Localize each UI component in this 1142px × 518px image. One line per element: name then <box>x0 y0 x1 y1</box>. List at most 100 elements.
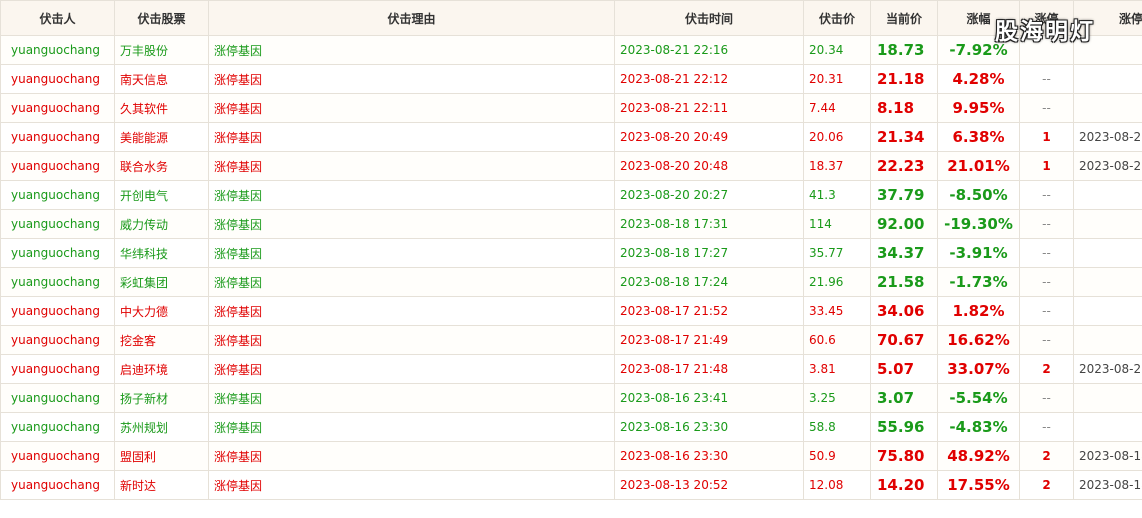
cell-limit-count: -- <box>1019 296 1074 326</box>
cell-limit-date: 2023-08-21 <box>1073 354 1142 384</box>
cell-stock[interactable]: 南天信息 <box>114 64 209 94</box>
cell-user[interactable]: yuanguochang <box>0 35 115 65</box>
cell-limit-count: 1 <box>1019 122 1074 152</box>
cell-change: 33.07% <box>937 354 1020 384</box>
cell-change: 17.55% <box>937 470 1020 500</box>
header-user[interactable]: 伏击人 <box>0 0 115 36</box>
header-time[interactable]: 伏击时间 <box>614 0 804 36</box>
header-current[interactable]: 当前价 <box>870 0 938 36</box>
table-row[interactable]: yuanguochang 彩虹集团 涨停基因 2023-08-18 17:24 21.9… <box>0 267 1142 297</box>
cell-time: 2023-08-13 20:52 <box>614 470 804 500</box>
cell-time: 2023-08-21 22:16 <box>614 35 804 65</box>
cell-user[interactable]: yuanguochang <box>0 180 115 210</box>
cell-change: -1.73% <box>937 267 1020 297</box>
table-row[interactable]: yuanguochang 启迪环境 涨停基因 2023-08-17 21:48 3.81… <box>0 354 1142 384</box>
cell-stock[interactable]: 威力传动 <box>114 209 209 239</box>
cell-stock[interactable]: 启迪环境 <box>114 354 209 384</box>
table-row[interactable]: yuanguochang 威力传动 涨停基因 2023-08-18 17:31 114 9… <box>0 209 1142 239</box>
cell-current: 75.80 <box>870 441 938 471</box>
cell-user[interactable]: yuanguochang <box>0 209 115 239</box>
cell-current: 22.23 <box>870 151 938 181</box>
cell-user[interactable]: yuanguochang <box>0 122 115 152</box>
cell-user[interactable]: yuanguochang <box>0 151 115 181</box>
cell-limit-count: -- <box>1019 325 1074 355</box>
cell-stock[interactable]: 彩虹集团 <box>114 267 209 297</box>
table-row[interactable]: yuanguochang 扬子新材 涨停基因 2023-08-16 23:41 3.25… <box>0 383 1142 413</box>
cell-time: 2023-08-17 21:48 <box>614 354 804 384</box>
cell-user[interactable]: yuanguochang <box>0 441 115 471</box>
table-row[interactable]: yuanguochang 南天信息 涨停基因 2023-08-21 22:12 20.3… <box>0 64 1142 94</box>
cell-current: 21.18 <box>870 64 938 94</box>
table-row[interactable]: yuanguochang 盟固利 涨停基因 2023-08-16 23:30 50.9 7… <box>0 441 1142 471</box>
cell-reason: 涨停基因 <box>208 412 615 442</box>
cell-stock[interactable]: 新时达 <box>114 470 209 500</box>
table-row[interactable]: yuanguochang 开创电气 涨停基因 2023-08-20 20:27 41.3… <box>0 180 1142 210</box>
cell-user[interactable]: yuanguochang <box>0 238 115 268</box>
cell-current: 3.07 <box>870 383 938 413</box>
cell-user[interactable]: yuanguochang <box>0 354 115 384</box>
cell-user[interactable]: yuanguochang <box>0 325 115 355</box>
header-reason[interactable]: 伏击理由 <box>208 0 615 36</box>
cell-stock[interactable]: 华纬科技 <box>114 238 209 268</box>
cell-price: 18.37 <box>803 151 871 181</box>
table-row[interactable]: yuanguochang 万丰股份 涨停基因 2023-08-21 22:16 20.3… <box>0 35 1142 65</box>
header-limit-date[interactable]: 涨停日 <box>1073 0 1142 36</box>
cell-reason: 涨停基因 <box>208 296 615 326</box>
cell-reason: 涨停基因 <box>208 35 615 65</box>
cell-stock[interactable]: 盟固利 <box>114 441 209 471</box>
table-row[interactable]: yuanguochang 挖金客 涨停基因 2023-08-17 21:49 60.6 7… <box>0 325 1142 355</box>
cell-stock[interactable]: 联合水务 <box>114 151 209 181</box>
cell-stock[interactable]: 美能能源 <box>114 122 209 152</box>
cell-limit-count: -- <box>1019 412 1074 442</box>
cell-change: -19.30% <box>937 209 1020 239</box>
cell-stock[interactable]: 中大力德 <box>114 296 209 326</box>
cell-user[interactable]: yuanguochang <box>0 93 115 123</box>
cell-time: 2023-08-20 20:49 <box>614 122 804 152</box>
header-change[interactable]: 涨幅 <box>937 0 1020 36</box>
table-row[interactable]: yuanguochang 华纬科技 涨停基因 2023-08-18 17:27 35.7… <box>0 238 1142 268</box>
header-stock[interactable]: 伏击股票 <box>114 0 209 36</box>
cell-limit-count: -- <box>1019 238 1074 268</box>
header-price[interactable]: 伏击价 <box>803 0 871 36</box>
cell-limit-date <box>1073 238 1142 268</box>
cell-limit-date: 2023-08-21 <box>1073 122 1142 152</box>
cell-current: 21.34 <box>870 122 938 152</box>
cell-stock[interactable]: 开创电气 <box>114 180 209 210</box>
cell-limit-date <box>1073 412 1142 442</box>
cell-user[interactable]: yuanguochang <box>0 267 115 297</box>
cell-stock[interactable]: 苏州规划 <box>114 412 209 442</box>
cell-user[interactable]: yuanguochang <box>0 383 115 413</box>
cell-stock[interactable]: 扬子新材 <box>114 383 209 413</box>
cell-price: 114 <box>803 209 871 239</box>
cell-current: 34.37 <box>870 238 938 268</box>
cell-reason: 涨停基因 <box>208 180 615 210</box>
cell-user[interactable]: yuanguochang <box>0 470 115 500</box>
table-row[interactable]: yuanguochang 美能能源 涨停基因 2023-08-20 20:49 20.0… <box>0 122 1142 152</box>
cell-limit-date <box>1073 325 1142 355</box>
cell-stock[interactable]: 挖金客 <box>114 325 209 355</box>
cell-stock[interactable]: 久其软件 <box>114 93 209 123</box>
cell-price: 50.9 <box>803 441 871 471</box>
table-row[interactable]: yuanguochang 中大力德 涨停基因 2023-08-17 21:52 33.4… <box>0 296 1142 326</box>
table-row[interactable]: yuanguochang 久其软件 涨停基因 2023-08-21 22:11 7.44… <box>0 93 1142 123</box>
cell-limit-date <box>1073 267 1142 297</box>
cell-current: 55.96 <box>870 412 938 442</box>
header-limit-count[interactable]: 涨停 <box>1019 0 1074 36</box>
cell-limit-date <box>1073 209 1142 239</box>
cell-change: 16.62% <box>937 325 1020 355</box>
cell-change: 48.92% <box>937 441 1020 471</box>
table-row[interactable]: yuanguochang 苏州规划 涨停基因 2023-08-16 23:30 58.8… <box>0 412 1142 442</box>
cell-change: -8.50% <box>937 180 1020 210</box>
cell-limit-date <box>1073 35 1142 65</box>
cell-limit-count: 2 <box>1019 354 1074 384</box>
table-row[interactable]: yuanguochang 新时达 涨停基因 2023-08-13 20:52 12.08… <box>0 470 1142 500</box>
cell-change: 6.38% <box>937 122 1020 152</box>
table-row[interactable]: yuanguochang 联合水务 涨停基因 2023-08-20 20:48 18.3… <box>0 151 1142 181</box>
cell-change: 21.01% <box>937 151 1020 181</box>
cell-limit-date <box>1073 64 1142 94</box>
cell-user[interactable]: yuanguochang <box>0 296 115 326</box>
cell-current: 70.67 <box>870 325 938 355</box>
cell-stock[interactable]: 万丰股份 <box>114 35 209 65</box>
cell-user[interactable]: yuanguochang <box>0 412 115 442</box>
cell-user[interactable]: yuanguochang <box>0 64 115 94</box>
